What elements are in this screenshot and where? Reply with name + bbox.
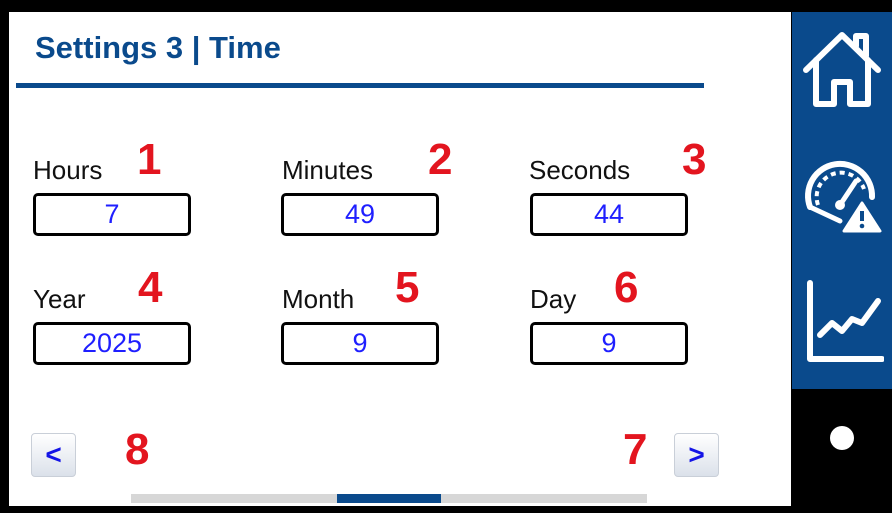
gauge-alarm-icon bbox=[805, 160, 882, 233]
callout-6: 6 bbox=[614, 263, 639, 312]
settings-nav-button[interactable] bbox=[800, 396, 884, 485]
page-progress-bar bbox=[131, 494, 647, 503]
callout-7: 7 bbox=[623, 425, 648, 474]
minutes-label: Minutes bbox=[282, 155, 374, 185]
gear-icon bbox=[802, 398, 882, 478]
callout-4: 4 bbox=[138, 263, 163, 312]
callout-8: 8 bbox=[125, 425, 150, 474]
home-nav-button[interactable] bbox=[800, 26, 884, 119]
year-input[interactable]: 2025 bbox=[33, 322, 191, 365]
seconds-label: Seconds bbox=[529, 155, 631, 185]
callout-2: 2 bbox=[428, 135, 453, 184]
page-progress-indicator bbox=[337, 494, 441, 503]
page-title: Settings 3 | Time bbox=[35, 30, 281, 65]
hours-label: Hours bbox=[33, 155, 103, 185]
home-icon bbox=[803, 32, 881, 107]
callout-5: 5 bbox=[395, 263, 420, 312]
title-underline bbox=[16, 83, 704, 88]
hours-input[interactable]: 7 bbox=[33, 193, 191, 236]
settings-screen: Settings 3 | Time Hours 1 7 Minutes 2 49… bbox=[9, 12, 791, 506]
minutes-input[interactable]: 49 bbox=[281, 193, 439, 236]
alarms-nav-button[interactable] bbox=[800, 155, 884, 240]
day-input[interactable]: 9 bbox=[530, 322, 688, 365]
month-label: Month bbox=[282, 284, 355, 314]
year-label: Year bbox=[33, 284, 86, 314]
callout-3: 3 bbox=[682, 135, 707, 184]
month-input[interactable]: 9 bbox=[281, 322, 439, 365]
trends-nav-button[interactable] bbox=[800, 277, 885, 372]
day-label: Day bbox=[530, 284, 577, 314]
callout-1: 1 bbox=[137, 135, 162, 184]
next-page-button[interactable]: > bbox=[674, 433, 719, 477]
prev-page-button[interactable]: < bbox=[31, 433, 76, 477]
trend-chart-icon bbox=[807, 280, 885, 362]
seconds-input[interactable]: 44 bbox=[530, 193, 688, 236]
